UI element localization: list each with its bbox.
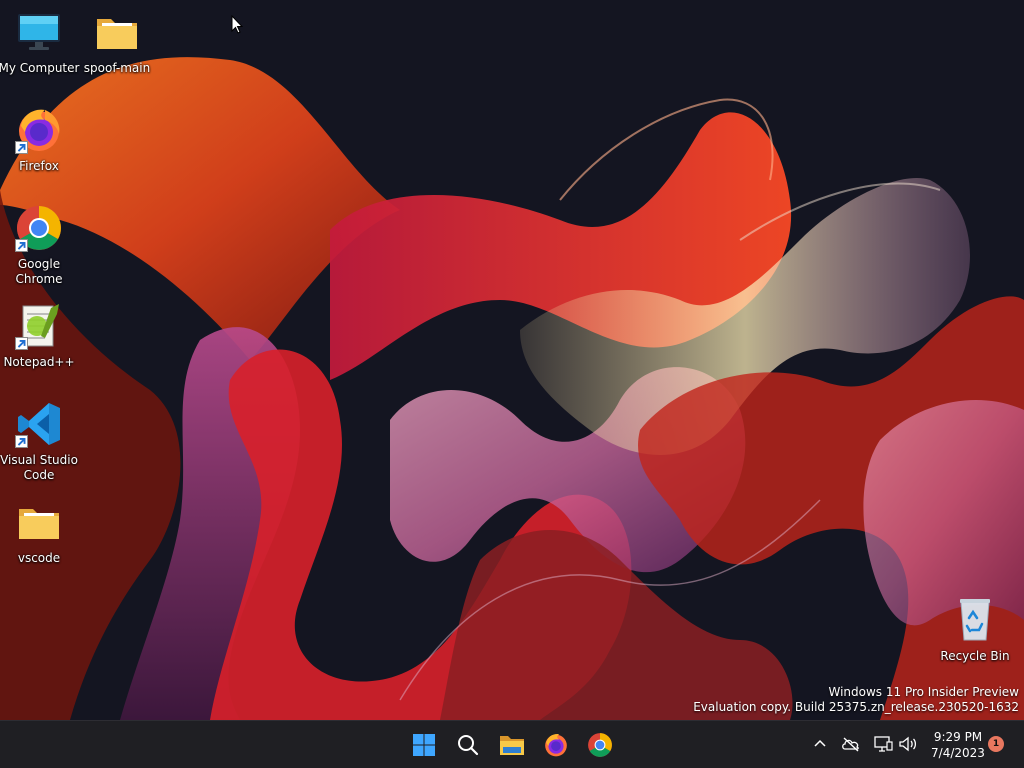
chrome-icon [15,204,63,252]
tray-onedrive-button[interactable] [840,733,862,755]
clock-time: 9:29 PM [933,730,983,744]
mouse-cursor-icon [231,15,243,34]
windows-start-icon [413,734,435,756]
watermark-edition: Windows 11 Pro Insider Preview [828,685,1019,699]
network-icon [874,736,893,752]
desktop-icon-label: Firefox [19,159,59,173]
chevron-up-icon [814,739,826,747]
desktop-icon-notepad-plus-plus[interactable]: Notepad++ [0,302,79,370]
watermark-build: Evaluation copy. Build 25375.zn_release.… [693,700,1019,714]
desktop-icon-google-chrome[interactable]: Google Chrome [0,204,79,287]
desktop-icon-recycle-bin[interactable]: Recycle Bin [935,596,1015,664]
desktop-icon-firefox[interactable]: Firefox [0,106,79,174]
desktop-icon-label: spoof-main [83,61,151,75]
taskbar-file-explorer-button[interactable] [492,725,532,765]
desktop-icon-label: My Computer [0,61,80,75]
tray-volume-button[interactable] [897,733,919,755]
taskbar-clock[interactable]: 9:29 PM 7/4/2023 [922,729,994,761]
firefox-icon [545,733,567,757]
desktop-icon-visual-studio-code[interactable]: Visual Studio Code [0,400,79,483]
desktop-icon-label: vscode [17,551,61,565]
taskbar-start-button[interactable] [404,725,444,765]
folder-icon [93,8,141,56]
tray-show-hidden-icons-button[interactable] [809,733,831,755]
taskbar-search-button[interactable] [448,725,488,765]
clock-date: 7/4/2023 [931,746,985,760]
search-icon [458,735,479,756]
taskbar-chrome-button[interactable] [580,725,620,765]
vscode-icon [15,400,63,448]
notification-badge[interactable]: 1 [988,736,1004,752]
desktop-icon-label: Visual Studio Code [0,453,78,482]
firefox-icon [15,106,63,154]
shortcut-arrow-icon [15,337,28,350]
shortcut-arrow-icon [15,435,28,448]
desktop-icon-vscode-folder[interactable]: vscode [0,498,79,566]
desktop-icon-my-computer[interactable]: My Computer [0,8,79,76]
desktop-icon-label: Recycle Bin [940,649,1010,663]
notepad-plus-plus-icon [15,302,63,350]
folder-icon [15,498,63,546]
desktop-icon-label: Notepad++ [3,355,75,369]
taskbar: 9:29 PM 7/4/2023 [0,720,1024,768]
onedrive-offline-icon [842,737,859,752]
desktop-wallpaper [0,0,1024,720]
windows-evaluation-watermark: Windows 11 Pro Insider Preview Evaluatio… [693,685,1019,715]
file-explorer-icon [500,736,524,755]
taskbar-firefox-button[interactable] [536,725,576,765]
chrome-icon [588,733,612,757]
shortcut-arrow-icon [15,141,28,154]
monitor-icon [15,8,63,56]
shortcut-arrow-icon [15,239,28,252]
desktop-icon-spoof-main[interactable]: spoof-main [77,8,157,76]
recycle-bin-icon [951,596,999,644]
volume-icon [899,736,917,752]
desktop-icon-label: Google Chrome [15,257,63,286]
tray-network-button[interactable] [872,733,894,755]
